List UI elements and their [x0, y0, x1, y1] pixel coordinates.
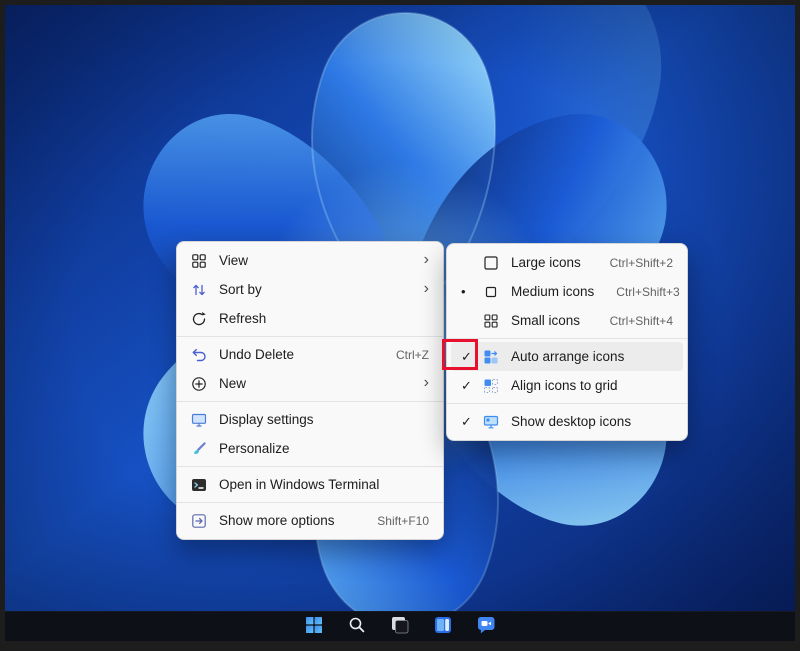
menu-item-shortcut: Ctrl+Shift+4 — [610, 314, 673, 328]
menu-separator — [447, 403, 687, 404]
menu-item-refresh[interactable]: Refresh — [181, 304, 439, 333]
menu-item-undo-delete[interactable]: Undo Delete Ctrl+Z — [181, 340, 439, 369]
menu-item-label: Show desktop icons — [511, 414, 673, 429]
medium-icons-icon — [483, 284, 499, 300]
menu-item-label: Large icons — [511, 255, 588, 270]
checkmark-icon: ✓ — [461, 414, 483, 430]
chevron-right-icon: › — [424, 252, 429, 268]
personalize-brush-icon — [191, 441, 207, 457]
view-grid-icon — [191, 253, 207, 269]
menu-item-open-windows-terminal[interactable]: Open in Windows Terminal — [181, 470, 439, 499]
submenu-item-large-icons[interactable]: Large icons Ctrl+Shift+2 — [451, 248, 683, 277]
submenu-item-align-icons-to-grid[interactable]: ✓ Align icons to grid — [451, 371, 683, 400]
start-button[interactable] — [301, 614, 327, 640]
radio-selected-icon: • — [461, 284, 483, 299]
large-icons-icon — [483, 255, 499, 271]
view-submenu: Large icons Ctrl+Shift+2 • Medium icons … — [446, 243, 688, 441]
menu-item-shortcut: Ctrl+Shift+3 — [616, 285, 679, 299]
windows-logo-icon — [305, 616, 323, 637]
desktop-context-menu: View › Sort by › Refresh Undo Delete Ctr… — [176, 241, 444, 540]
chevron-right-icon: › — [424, 281, 429, 297]
task-view-button[interactable] — [387, 614, 413, 640]
submenu-item-small-icons[interactable]: Small icons Ctrl+Shift+4 — [451, 306, 683, 335]
menu-item-label: Medium icons — [511, 284, 594, 299]
submenu-item-medium-icons[interactable]: • Medium icons Ctrl+Shift+3 — [451, 277, 683, 306]
menu-item-label: Align icons to grid — [511, 378, 673, 393]
menu-item-shortcut: Shift+F10 — [377, 514, 429, 528]
menu-separator — [177, 502, 443, 503]
checkmark-icon: ✓ — [461, 378, 483, 394]
auto-arrange-icon — [483, 349, 499, 365]
menu-item-label: Small icons — [511, 313, 588, 328]
menu-item-shortcut: Ctrl+Z — [396, 348, 429, 362]
menu-separator — [447, 338, 687, 339]
widgets-button[interactable] — [430, 614, 456, 640]
menu-item-label: Open in Windows Terminal — [219, 477, 429, 492]
undo-icon — [191, 347, 207, 363]
display-settings-icon — [191, 412, 207, 428]
chat-button[interactable] — [473, 614, 499, 640]
show-more-options-icon — [191, 513, 207, 529]
chevron-right-icon: › — [424, 375, 429, 391]
taskbar — [5, 611, 795, 641]
align-icons-to-grid-icon — [483, 378, 499, 394]
menu-separator — [177, 336, 443, 337]
menu-item-shortcut: Ctrl+Shift+2 — [610, 256, 673, 270]
show-desktop-icons-icon — [483, 414, 499, 430]
menu-item-label: Undo Delete — [219, 347, 374, 362]
submenu-item-show-desktop-icons[interactable]: ✓ Show desktop icons — [451, 407, 683, 436]
chat-bubble-icon — [477, 616, 495, 637]
checkmark-icon: ✓ — [461, 349, 483, 365]
menu-item-show-more-options[interactable]: Show more options Shift+F10 — [181, 506, 439, 535]
menu-item-label: New — [219, 376, 402, 391]
sort-icon — [191, 282, 207, 298]
menu-item-label: Sort by — [219, 282, 402, 297]
search-icon — [348, 616, 366, 637]
menu-item-sort-by[interactable]: Sort by › — [181, 275, 439, 304]
terminal-icon — [191, 477, 207, 493]
menu-separator — [177, 401, 443, 402]
menu-item-display-settings[interactable]: Display settings — [181, 405, 439, 434]
search-button[interactable] — [344, 614, 370, 640]
menu-item-label: Display settings — [219, 412, 429, 427]
menu-item-new[interactable]: New › — [181, 369, 439, 398]
new-plus-icon — [191, 376, 207, 392]
desktop-screen: View › Sort by › Refresh Undo Delete Ctr… — [5, 5, 795, 641]
menu-item-label: Auto arrange icons — [511, 349, 673, 364]
menu-item-label: View — [219, 253, 402, 268]
refresh-icon — [191, 311, 207, 327]
menu-separator — [177, 466, 443, 467]
small-icons-icon — [483, 313, 499, 329]
widgets-icon — [434, 616, 452, 637]
submenu-item-auto-arrange-icons[interactable]: ✓ Auto arrange icons — [451, 342, 683, 371]
menu-item-personalize[interactable]: Personalize — [181, 434, 439, 463]
menu-item-label: Refresh — [219, 311, 429, 326]
menu-item-label: Show more options — [219, 513, 355, 528]
task-view-icon — [391, 616, 409, 637]
menu-item-view[interactable]: View › — [181, 246, 439, 275]
menu-item-label: Personalize — [219, 441, 429, 456]
